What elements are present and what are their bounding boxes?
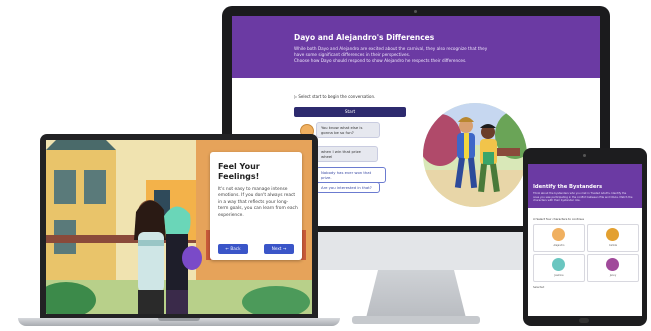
avatar bbox=[552, 258, 565, 271]
laptop-notch bbox=[158, 318, 200, 321]
character-name: Jenny bbox=[609, 274, 617, 277]
feelings-card: Feel Your Feelings! It's not easy to man… bbox=[210, 152, 302, 260]
avatar bbox=[552, 228, 565, 241]
tablet-screen: Identify the Bystanders Think about the … bbox=[528, 164, 642, 316]
start-button[interactable]: Start bbox=[294, 107, 406, 117]
avatar bbox=[606, 258, 619, 271]
next-button[interactable]: Next → bbox=[264, 244, 294, 254]
character-option[interactable]: Camila bbox=[587, 224, 639, 252]
back-button[interactable]: ← Back bbox=[218, 244, 248, 254]
activity-title: Identify the Bystanders bbox=[533, 184, 603, 190]
character-name: Camila bbox=[609, 244, 617, 247]
response-option[interactable]: Are you interested in that? bbox=[316, 182, 380, 193]
avatar bbox=[606, 228, 619, 241]
apple-logo-icon bbox=[400, 242, 420, 262]
monitor-stand bbox=[366, 270, 466, 318]
webcam bbox=[414, 10, 417, 13]
lesson-description: While both Dayo and Alejandro are excite… bbox=[294, 46, 514, 64]
select-hint-text: Select four characters to continue bbox=[536, 217, 585, 221]
characters-illustration bbox=[423, 103, 527, 207]
tablet-camera bbox=[583, 154, 586, 157]
character-option[interactable]: Jenny bbox=[587, 254, 639, 282]
activity-description: Think about the bystanders who you met i… bbox=[533, 192, 633, 203]
select-hint: ☑ Select four characters to continue bbox=[533, 217, 584, 221]
card-title: Feel Your Feelings! bbox=[218, 162, 260, 181]
laptop-screen: Feel Your Feelings! It's not easy to man… bbox=[46, 140, 312, 314]
chat-message: when I win that prize wheel bbox=[316, 146, 378, 162]
tablet-home-button bbox=[579, 318, 589, 323]
character-name: Jasmine bbox=[554, 274, 564, 277]
chat-message: You know what else is gonna be so fun? bbox=[316, 122, 380, 138]
card-body: It's not easy to manage intense emotions… bbox=[218, 187, 298, 218]
character-name: Alejandro bbox=[553, 244, 565, 247]
monitor-foot bbox=[352, 316, 480, 324]
response-option[interactable]: Nobody has ever won that prize. bbox=[316, 167, 386, 183]
character-option[interactable]: Alejandro bbox=[533, 224, 585, 252]
lesson-title: Dayo and Alejandro's Differences bbox=[294, 33, 435, 42]
start-hint-text: Select start to begin the conversation. bbox=[298, 94, 376, 99]
selected-label: Selected bbox=[533, 286, 545, 289]
description-line: Choose how Dayo should respond to show A… bbox=[294, 58, 467, 63]
start-hint: ▷ Select start to begin the conversation… bbox=[294, 94, 375, 99]
character-option[interactable]: Jasmine bbox=[533, 254, 585, 282]
